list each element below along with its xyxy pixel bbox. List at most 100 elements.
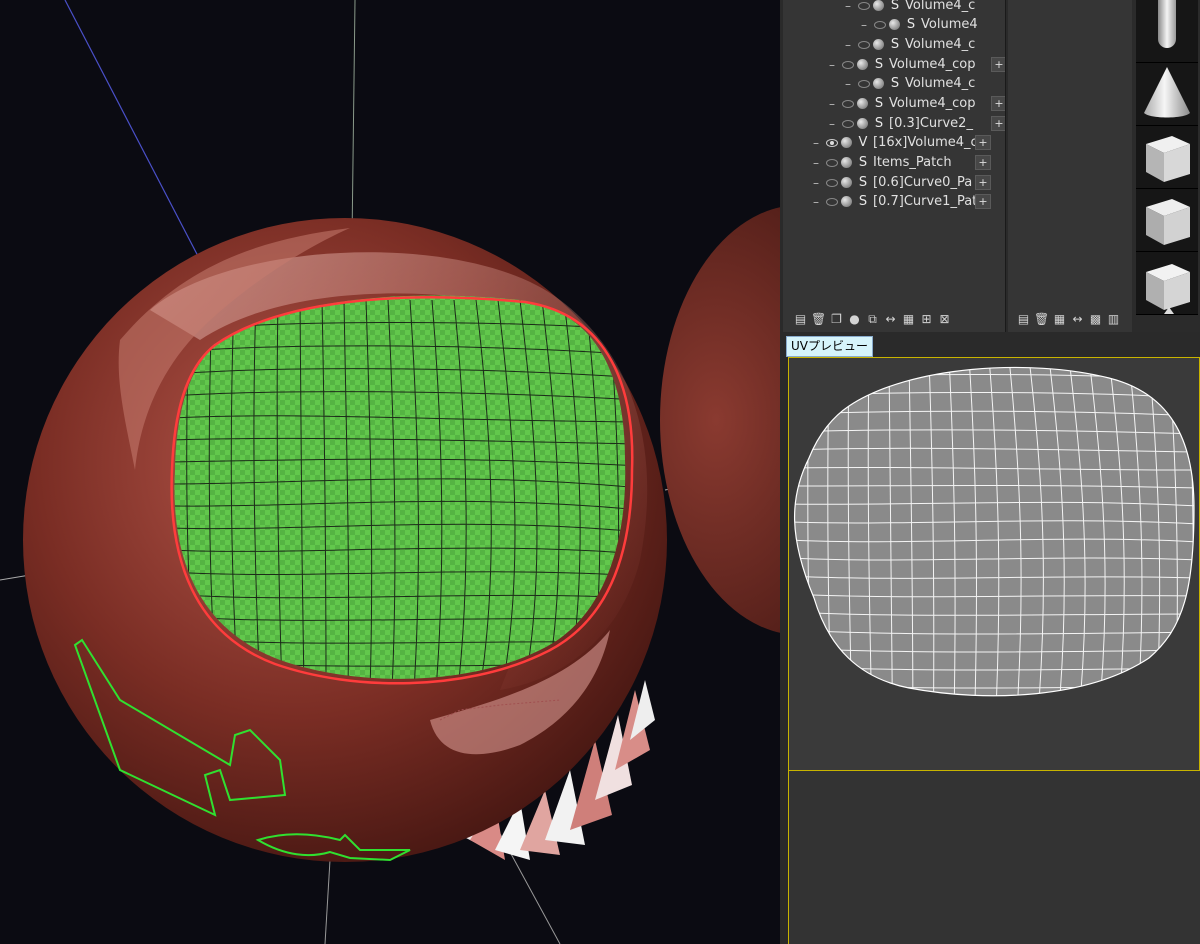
object-type-label: S	[906, 17, 916, 32]
tree-row[interactable]: –SVolume4_c+	[845, 74, 1005, 93]
visibility-eye-icon[interactable]	[826, 178, 838, 187]
object-name[interactable]: [0.6]Curve0_Pa	[873, 175, 975, 190]
tree-row[interactable]: – S [0.3]Curve2_ +	[829, 114, 1005, 133]
tree-row[interactable]: – S [0.6]Curve0_Pa +	[813, 173, 991, 192]
tree-row[interactable]: –SVolume4_c+	[845, 35, 1005, 54]
copy-icon[interactable]: ❐	[829, 312, 844, 326]
object-name[interactable]: Volume4_c	[905, 37, 1005, 52]
grid-fill-icon[interactable]: ▩	[1088, 312, 1103, 326]
tree-row[interactable]: – S Volume4_cop +	[829, 94, 1005, 113]
object-type-label: S	[890, 0, 900, 13]
tree-expand-toggle[interactable]: –	[861, 18, 871, 32]
object-name[interactable]: [0.7]Curve1_Pat	[873, 194, 975, 209]
add-child-button[interactable]: +	[991, 57, 1005, 72]
merge-icon[interactable]: ⊞	[919, 312, 934, 326]
add-child-button[interactable]: +	[991, 96, 1005, 111]
flip-icon[interactable]: ↔	[1070, 312, 1085, 326]
tree-row[interactable]: – S Items_Patch +	[813, 153, 991, 172]
tree-expand-toggle[interactable]: –	[829, 97, 839, 111]
capsule-icon	[1158, 0, 1176, 48]
material-ball-icon[interactable]	[873, 78, 884, 89]
list-icon[interactable]: ▥	[1106, 312, 1121, 326]
object-type-label: S	[890, 37, 900, 52]
duplicate-icon[interactable]: ⧉	[865, 312, 880, 326]
tree-expand-toggle[interactable]: –	[845, 77, 855, 91]
tree-expand-toggle[interactable]: –	[813, 156, 823, 170]
object-tree-panel: –SVolume4_c+ –SVolume4+ –SVolume4_c+ –SV…	[783, 0, 1006, 332]
collapse-icon[interactable]: ⊠	[937, 312, 952, 326]
object-name[interactable]: Volume4_c	[905, 0, 1005, 13]
visibility-eye-icon[interactable]	[842, 60, 854, 69]
shape-cube[interactable]	[1136, 189, 1198, 252]
object-name[interactable]: Items_Patch	[873, 155, 975, 170]
object-name[interactable]: [0.3]Curve2_	[889, 116, 991, 131]
add-child-button[interactable]: +	[975, 135, 991, 150]
tree-expand-toggle[interactable]: –	[813, 136, 823, 150]
visibility-eye-icon[interactable]	[826, 158, 838, 167]
tree-expand-toggle[interactable]: –	[845, 38, 855, 52]
material-ball-icon[interactable]	[841, 177, 852, 188]
object-type-label: S	[858, 194, 868, 209]
object-tree-list: –SVolume4_c+ –SVolume4+ –SVolume4_c+ –SV…	[783, 0, 1005, 300]
visibility-eye-icon[interactable]	[842, 99, 854, 108]
tree-expand-toggle[interactable]: –	[813, 195, 823, 209]
layer-panel: ▤ 🗑 ▦ ↔ ▩ ▥	[1008, 0, 1133, 332]
grid-icon[interactable]: ▦	[1052, 312, 1067, 326]
trash-icon[interactable]: 🗑	[811, 312, 826, 326]
add-child-button[interactable]: +	[975, 175, 991, 190]
object-name[interactable]: Volume4	[921, 17, 1005, 32]
tree-row[interactable]: – S [0.7]Curve1_Pat +	[813, 192, 991, 211]
add-child-button[interactable]: +	[991, 116, 1005, 131]
trash-icon[interactable]: 🗑	[1034, 312, 1049, 326]
uv-preview-panel[interactable]	[788, 357, 1200, 771]
shape-cone[interactable]	[1136, 63, 1198, 126]
material-ball-icon[interactable]	[857, 118, 868, 129]
material-ball-icon[interactable]	[873, 39, 884, 50]
object-name[interactable]: Volume4_cop	[889, 57, 991, 72]
visibility-eye-icon[interactable]	[858, 79, 870, 88]
add-child-button[interactable]: +	[975, 155, 991, 170]
visibility-eye-icon[interactable]	[842, 119, 854, 128]
object-name[interactable]: Volume4_c	[905, 76, 1005, 91]
tree-expand-toggle[interactable]: –	[829, 117, 839, 131]
tree-row[interactable]: –SVolume4_c+	[845, 0, 1005, 15]
shape-capsule[interactable]	[1136, 0, 1198, 63]
object-name[interactable]: Volume4_cop	[889, 96, 991, 111]
uv-mesh	[793, 366, 1195, 697]
new-layer-icon[interactable]: ▤	[1016, 312, 1031, 326]
tree-row[interactable]: –SVolume4+	[861, 15, 1005, 34]
object-type-label: S	[858, 175, 868, 190]
material-ball-icon[interactable]	[889, 19, 900, 30]
shape-cube[interactable]	[1136, 126, 1198, 189]
visibility-eye-icon[interactable]	[858, 1, 870, 10]
tree-expand-toggle[interactable]: –	[813, 176, 823, 190]
object-name[interactable]: [16x]Volume4_c	[873, 135, 975, 150]
material-ball-icon[interactable]	[841, 196, 852, 207]
material-ball-icon[interactable]	[857, 98, 868, 109]
visibility-eye-icon[interactable]	[826, 138, 838, 147]
uv-preview-tab[interactable]: UVプレビュー	[786, 336, 873, 357]
object-type-label: S	[858, 155, 868, 170]
background-sphere[interactable]	[660, 205, 780, 635]
layer-toolbar: ▤ 🗑 ▦ ↔ ▩ ▥	[1016, 309, 1121, 329]
material-ball-icon[interactable]	[841, 137, 852, 148]
visibility-eye-icon[interactable]	[858, 40, 870, 49]
tree-row[interactable]: – S Volume4_cop +	[829, 55, 1005, 74]
visibility-eye-icon[interactable]	[826, 197, 838, 206]
cube-icon	[1146, 199, 1190, 245]
flip-icon[interactable]: ↔	[883, 312, 898, 326]
3d-viewport[interactable]	[0, 0, 780, 944]
visibility-eye-icon[interactable]	[874, 20, 886, 29]
new-object-icon[interactable]: ▤	[793, 312, 808, 326]
tree-row[interactable]: – V [16x]Volume4_c +	[813, 133, 991, 152]
axis-green-line	[351, 0, 356, 241]
material-ball-icon[interactable]	[873, 0, 884, 11]
shape-cube[interactable]	[1136, 252, 1198, 315]
material-ball-icon[interactable]	[857, 59, 868, 70]
tree-expand-toggle[interactable]: –	[845, 0, 855, 13]
sphere-icon[interactable]: ●	[847, 312, 862, 326]
material-ball-icon[interactable]	[841, 157, 852, 168]
add-child-button[interactable]: +	[975, 194, 991, 209]
grid-icon[interactable]: ▦	[901, 312, 916, 326]
tree-expand-toggle[interactable]: –	[829, 58, 839, 72]
